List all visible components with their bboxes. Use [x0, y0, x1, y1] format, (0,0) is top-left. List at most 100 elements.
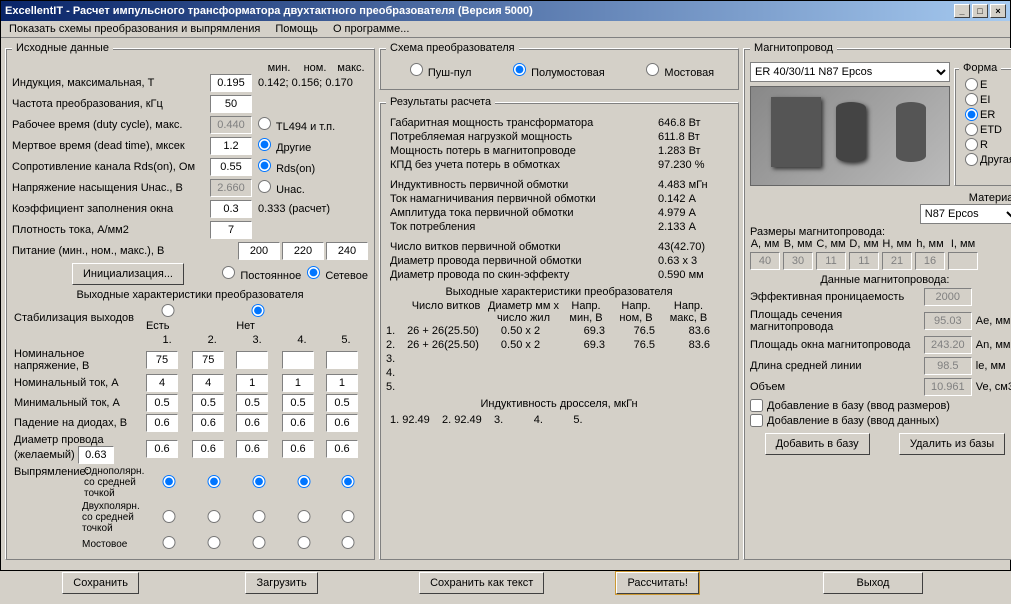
core-title: Магнитопровод [750, 42, 837, 54]
rect2-5[interactable] [332, 510, 364, 523]
dim-input [750, 252, 780, 270]
vdiod-5[interactable] [326, 414, 358, 432]
load-button[interactable]: Загрузить [245, 572, 317, 594]
freq-input[interactable] [210, 95, 252, 113]
rds-input[interactable] [210, 158, 252, 176]
rect3-1[interactable] [153, 536, 185, 549]
inom-3[interactable] [236, 374, 268, 392]
add-db-button[interactable]: Добавить в базу [765, 433, 870, 455]
rect3-3[interactable] [243, 536, 275, 549]
chk-add-size[interactable]: Добавление в базу (ввод размеров) [750, 399, 1011, 412]
imin-2[interactable] [192, 394, 224, 412]
menu-help[interactable]: Помощь [275, 23, 318, 35]
minimize-button[interactable]: _ [954, 4, 970, 18]
dim-input [882, 252, 912, 270]
kfill-input[interactable] [210, 200, 252, 218]
power-min[interactable] [238, 242, 280, 260]
vdiod-2[interactable] [192, 414, 224, 432]
imin-5[interactable] [326, 394, 358, 412]
inom-5[interactable] [326, 374, 358, 392]
chk-add-data[interactable]: Добавление в базу (ввод данных) [750, 414, 1011, 427]
inom-2[interactable] [192, 374, 224, 392]
source-data-title: Исходные данные [12, 42, 113, 54]
rect3-4[interactable] [288, 536, 320, 549]
rect1-4[interactable] [288, 475, 320, 488]
shape-ER[interactable]: ER [959, 108, 1011, 121]
dwire-3[interactable] [236, 440, 268, 458]
radio-stab-no[interactable]: Нет [236, 308, 276, 332]
vnom-3[interactable] [236, 351, 268, 369]
exit-button[interactable]: Выход [823, 572, 923, 594]
material-label: Материал [969, 192, 1011, 204]
dwire-1[interactable] [146, 440, 178, 458]
dwire-desired[interactable] [78, 446, 114, 464]
calc-button[interactable]: Рассчитать! [616, 572, 698, 594]
shape-R[interactable]: R [959, 138, 1011, 151]
core-select[interactable]: ER 40/30/11 N87 Epcos [750, 62, 950, 82]
rect1-1[interactable] [153, 475, 185, 488]
rect3-5[interactable] [332, 536, 364, 549]
shape-ETD[interactable]: ETD [959, 123, 1011, 136]
material-select[interactable]: N87 Epcos [920, 204, 1011, 224]
imin-1[interactable] [146, 394, 178, 412]
ind-values: 1. 92.49 2. 92.49 3. 4. 5. [386, 412, 732, 428]
menu-about[interactable]: О программе... [333, 23, 409, 35]
radio-other[interactable]: Другие [252, 138, 368, 154]
rect2-2[interactable] [198, 510, 230, 523]
shape-Другая[interactable]: Другая [959, 153, 1011, 166]
rect2-3[interactable] [243, 510, 275, 523]
inom-4[interactable] [282, 374, 314, 392]
radio-full[interactable]: Мостовая [640, 63, 714, 79]
vdiod-4[interactable] [282, 414, 314, 432]
shape-EI[interactable]: EI [959, 93, 1011, 106]
induction-input[interactable] [210, 74, 252, 92]
vnom-4[interactable] [282, 351, 314, 369]
jdens-input[interactable] [210, 221, 252, 239]
perm-val [924, 288, 972, 306]
vnom-2[interactable] [192, 351, 224, 369]
power-nom[interactable] [282, 242, 324, 260]
radio-const[interactable]: Постоянное [216, 266, 301, 282]
core-data-title: Данные магнитопровода: [750, 274, 1011, 286]
rect2-1[interactable] [153, 510, 185, 523]
savetxt-button[interactable]: Сохранить как текст [419, 572, 544, 594]
hdr-max: макс. [334, 62, 368, 74]
menu-schemes[interactable]: Показать схемы преобразования и выпрямле… [9, 23, 260, 35]
rect1-5[interactable] [332, 475, 364, 488]
power-max[interactable] [326, 242, 368, 260]
maximize-button[interactable]: □ [972, 4, 988, 18]
menu-bar: Показать схемы преобразования и выпрямле… [1, 21, 1010, 38]
radio-half[interactable]: Полумостовая [507, 63, 605, 79]
radio-push[interactable]: Пуш-пул [404, 63, 472, 79]
stab-label: Стабилизация выходов [12, 303, 144, 333]
rect1-2[interactable] [198, 475, 230, 488]
rect1-3[interactable] [243, 475, 275, 488]
close-button[interactable]: × [990, 4, 1006, 18]
imin-4[interactable] [282, 394, 314, 412]
dead-input[interactable] [210, 137, 252, 155]
imin-3[interactable] [236, 394, 268, 412]
radio-tl494[interactable]: TL494 и т.п. [252, 117, 368, 133]
radio-rdson[interactable]: Rds(on) [252, 159, 368, 175]
radio-stab-yes[interactable]: Есть [146, 308, 186, 332]
init-button[interactable]: Инициализация... [72, 263, 184, 285]
vnom-1[interactable] [146, 351, 178, 369]
kfill-note: 0.333 (расчет) [252, 203, 368, 215]
rect2-4[interactable] [288, 510, 320, 523]
radio-mains[interactable]: Сетевое [301, 266, 368, 282]
dim-input [849, 252, 879, 270]
save-button[interactable]: Сохранить [62, 572, 139, 594]
inom-1[interactable] [146, 374, 178, 392]
dwire-4[interactable] [282, 440, 314, 458]
del-db-button[interactable]: Удалить из базы [899, 433, 1005, 455]
dwire-5[interactable] [326, 440, 358, 458]
vdiod-3[interactable] [236, 414, 268, 432]
shape-E[interactable]: E [959, 78, 1011, 91]
vnom-5[interactable] [326, 351, 358, 369]
rect3-2[interactable] [198, 536, 230, 549]
radio-unas[interactable]: Uнас. [252, 180, 368, 196]
dwire-2[interactable] [192, 440, 224, 458]
vdiod-1[interactable] [146, 414, 178, 432]
vol-val [924, 378, 972, 396]
results-title: Результаты расчета [386, 96, 495, 108]
